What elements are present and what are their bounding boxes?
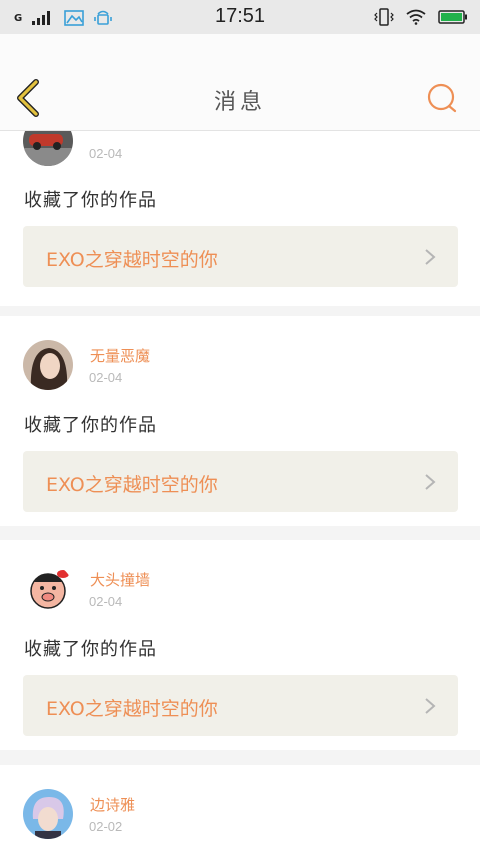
wifi-icon bbox=[406, 9, 426, 25]
work-title: EXO之穿越时空的你 bbox=[46, 474, 218, 496]
notification-date: 02-02 bbox=[89, 819, 123, 834]
chevron-right-icon bbox=[425, 698, 436, 714]
notification-card: 大头撞墙 02-04 收藏了你的作品 EXO之穿越时空的你 bbox=[0, 540, 480, 750]
status-right bbox=[374, 8, 468, 26]
cartoon-pig-avatar-image bbox=[23, 564, 73, 614]
chevron-right-icon bbox=[425, 249, 436, 265]
notification-action: 收藏了你的作品 bbox=[24, 190, 157, 211]
battery-icon bbox=[438, 10, 467, 24]
notification-date: 02-04 bbox=[89, 146, 123, 161]
vibrate-icon bbox=[374, 8, 394, 26]
work-title: EXO之穿越时空的你 bbox=[46, 698, 218, 720]
username[interactable]: 无量恶魔 bbox=[90, 345, 150, 366]
username[interactable]: 边诗雅 bbox=[90, 794, 135, 815]
notification-action: 收藏了你的作品 bbox=[24, 639, 157, 660]
work-link[interactable]: EXO之穿越时空的你 bbox=[23, 226, 458, 287]
work-link[interactable]: EXO之穿越时空的你 bbox=[23, 675, 458, 736]
chevron-right-icon bbox=[425, 474, 436, 490]
work-link[interactable]: EXO之穿越时空的你 bbox=[23, 451, 458, 512]
notification-action: 收藏了你的作品 bbox=[24, 415, 157, 436]
search-icon[interactable] bbox=[426, 82, 458, 114]
notification-date: 02-04 bbox=[89, 370, 123, 385]
avatar[interactable] bbox=[23, 564, 73, 614]
notification-date: 02-04 bbox=[89, 594, 123, 609]
status-bar: G 17:51 bbox=[0, 0, 480, 34]
page-title: 消息 bbox=[213, 90, 266, 115]
girl-avatar-image bbox=[23, 340, 73, 390]
notification-card: 无量恶魔 02-04 收藏了你的作品 EXO之穿越时空的你 bbox=[0, 316, 480, 526]
nav-header: 消息 bbox=[0, 34, 480, 131]
avatar[interactable] bbox=[23, 789, 73, 839]
notification-card: 边诗雅 02-02 bbox=[0, 765, 480, 854]
work-title: EXO之穿越时空的你 bbox=[46, 249, 218, 271]
boy-avatar-image bbox=[23, 789, 73, 839]
username[interactable]: 大头撞墙 bbox=[90, 569, 150, 590]
avatar[interactable] bbox=[23, 340, 73, 390]
